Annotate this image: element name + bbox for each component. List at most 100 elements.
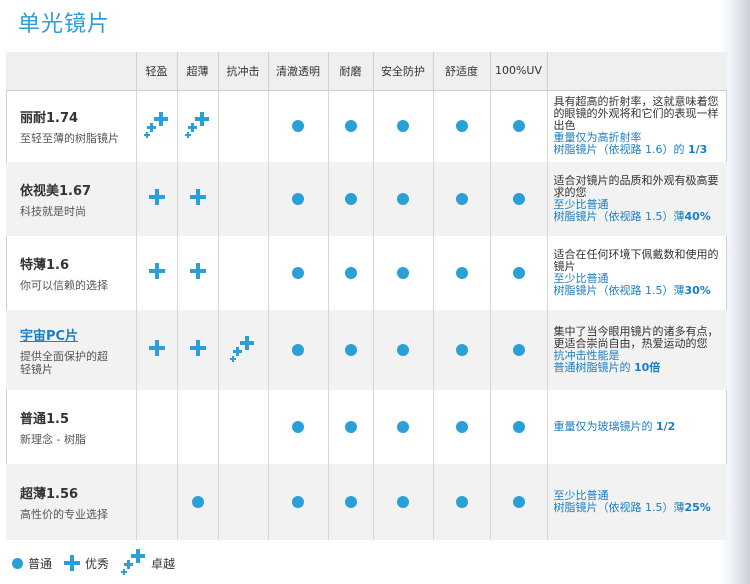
circle-dot-icon [344,420,357,433]
rating-cell [217,464,268,540]
highlight-text: 树脂镜片（依视路 1.5）薄 [553,210,685,223]
rating-cell [432,310,490,390]
lens-subtitle: 新理念 - 树脂 [20,433,86,446]
rating-cell [327,90,373,162]
column-header: 舒适度 [432,52,490,91]
plus-icon [189,340,206,356]
rating-cell [432,390,490,464]
lens-description-cell: 至少比普通 树脂镜片（依视路 1.5）薄25% [546,464,727,540]
circle-dot-icon [292,420,304,433]
lens-description-cell: 适合对镜片的品质和外观有极高要求的您 至少比普通 树脂镜片（依视路 1.5）薄40% [546,162,727,236]
rating-cell [135,390,177,464]
circle-dot-icon [455,343,468,356]
lens-name: 超薄1.56 [20,487,79,502]
circle-dot-icon [397,495,409,508]
legend-label: 优秀 [85,556,110,571]
highlight-line: 树脂镜片（依视路 1.5）薄25% [554,502,726,514]
rating-cell [176,464,218,540]
rating-cell [432,90,490,162]
circle-dot-icon [512,343,525,356]
plus-icon [148,340,165,356]
rating-cell [267,162,328,236]
plus-icon [148,263,165,279]
lens-subtitle: 提供全面保护的超轻镜片 [20,349,108,376]
circle-dot-icon [512,266,525,279]
lens-name: 普通1.5 [20,412,70,427]
rating-legend: 普通 优秀 卓越 [12,549,187,575]
highlight-value: 1/2 [656,420,676,433]
circle-dot-icon [397,343,409,356]
rating-cell [267,464,328,540]
highlight-text: 重量仅为玻璃镜片的 [553,420,656,433]
rating-cell [267,390,328,464]
highlight-text: 树脂镜片（依视路 1.5）薄 [553,501,685,514]
highlight-text: 普通树脂镜片的 [553,361,634,374]
lens-description-cell: 重量仅为玻璃镜片的 1/2 [546,390,727,464]
rating-cell [372,236,433,310]
lens-name-cell: 特薄1.6 你可以信赖的选择 [6,236,136,310]
rating-cell [372,162,433,236]
plus-icon [148,189,165,205]
circle-dot-icon [292,192,304,205]
sparkle-plus-icon [143,112,170,140]
legend-item-normal: 普通 [12,555,52,572]
highlight-line: 树脂镜片（依视路 1.6）的 1/3 [554,144,726,156]
lens-name-cell: 超薄1.56 高性价的专业选择 [6,464,136,540]
rating-cell [432,162,490,236]
highlight-text: 树脂镜片（依视路 1.5）薄 [553,284,685,297]
circle-dot-icon [191,495,204,508]
circle-dot-icon [397,119,409,132]
rating-cell [432,236,490,310]
legend-label: 卓越 [151,556,176,571]
circle-dot-icon [455,495,468,508]
rating-cell [327,236,373,310]
rating-cell [217,310,268,390]
lens-name: 依视美1.67 [20,184,92,199]
plus-icon [189,263,206,279]
rating-cell [267,310,328,390]
legend-label: 普通 [28,556,53,571]
lens-subtitle: 你可以信赖的选择 [20,279,108,292]
lens-comparison-table: 轻盈 超薄 抗冲击 清澈透明 耐磨 安全防护 舒适度 100%UV 丽耐1.74… [6,52,727,540]
circle-dot-icon [344,266,357,279]
lens-name-link[interactable]: 宇宙PC片 [20,325,136,344]
highlight-value: 40% [684,210,711,223]
rating-cell [372,310,433,390]
table-row: 超薄1.56 高性价的专业选择 至少比普通 树脂镜片（依视路 1.5）薄25% [6,464,727,540]
circle-dot-icon [292,495,304,508]
rating-cell [217,236,268,310]
rating-cell [176,310,218,390]
lens-name: 特薄1.6 [20,258,70,273]
table-row: 普通1.5 新理念 - 树脂 重量仅为玻璃镜片的 1/2 [6,390,727,464]
rating-cell [135,162,177,236]
rating-cell [489,90,547,162]
column-header: 耐磨 [327,52,373,91]
circle-dot-icon [512,420,525,433]
column-header: 超薄 [176,52,218,91]
lens-description-cell: 具有超高的折射率，这就意味着您的眼镜的外观将和它们的表现一样出色 重量仅为高折射率… [546,90,727,162]
description-text: 适合在任何环境下佩戴数和使用的镜片 [553,248,719,273]
rating-cell [372,390,433,464]
sparkle-plus-icon [121,549,147,577]
circle-dot-icon [397,420,409,433]
circle-dot-icon [455,420,468,433]
rating-cell [217,390,268,464]
rating-cell [327,162,373,236]
rating-cell [267,90,328,162]
circle-dot-icon [344,343,357,356]
circle-dot-icon [512,119,525,132]
table-row: 丽耐1.74 至轻至薄的树脂镜片 具有超高的折射率，这就意味着您的眼镜的外观将和它们… [6,90,727,162]
rating-cell [327,310,373,390]
sparkle-plus-icon [230,336,256,364]
circle-dot-icon [292,343,304,356]
rating-cell [176,390,218,464]
lens-name-cell: 普通1.5 新理念 - 树脂 [6,390,136,464]
lens-name-cell: 丽耐1.74 至轻至薄的树脂镜片 [6,90,136,162]
circle-dot-icon [12,557,23,569]
highlight-value: 30% [684,284,711,297]
rating-cell [267,236,328,310]
lens-subtitle: 科技就是时尚 [20,205,86,218]
description-text: 集中了当今眼用镜片的诸多有点，更适合崇尚自由，热爱运动的您 [553,325,719,350]
rating-cell [176,162,218,236]
lens-name-cell[interactable]: 宇宙PC片提供全面保护的超轻镜片 [6,310,136,390]
